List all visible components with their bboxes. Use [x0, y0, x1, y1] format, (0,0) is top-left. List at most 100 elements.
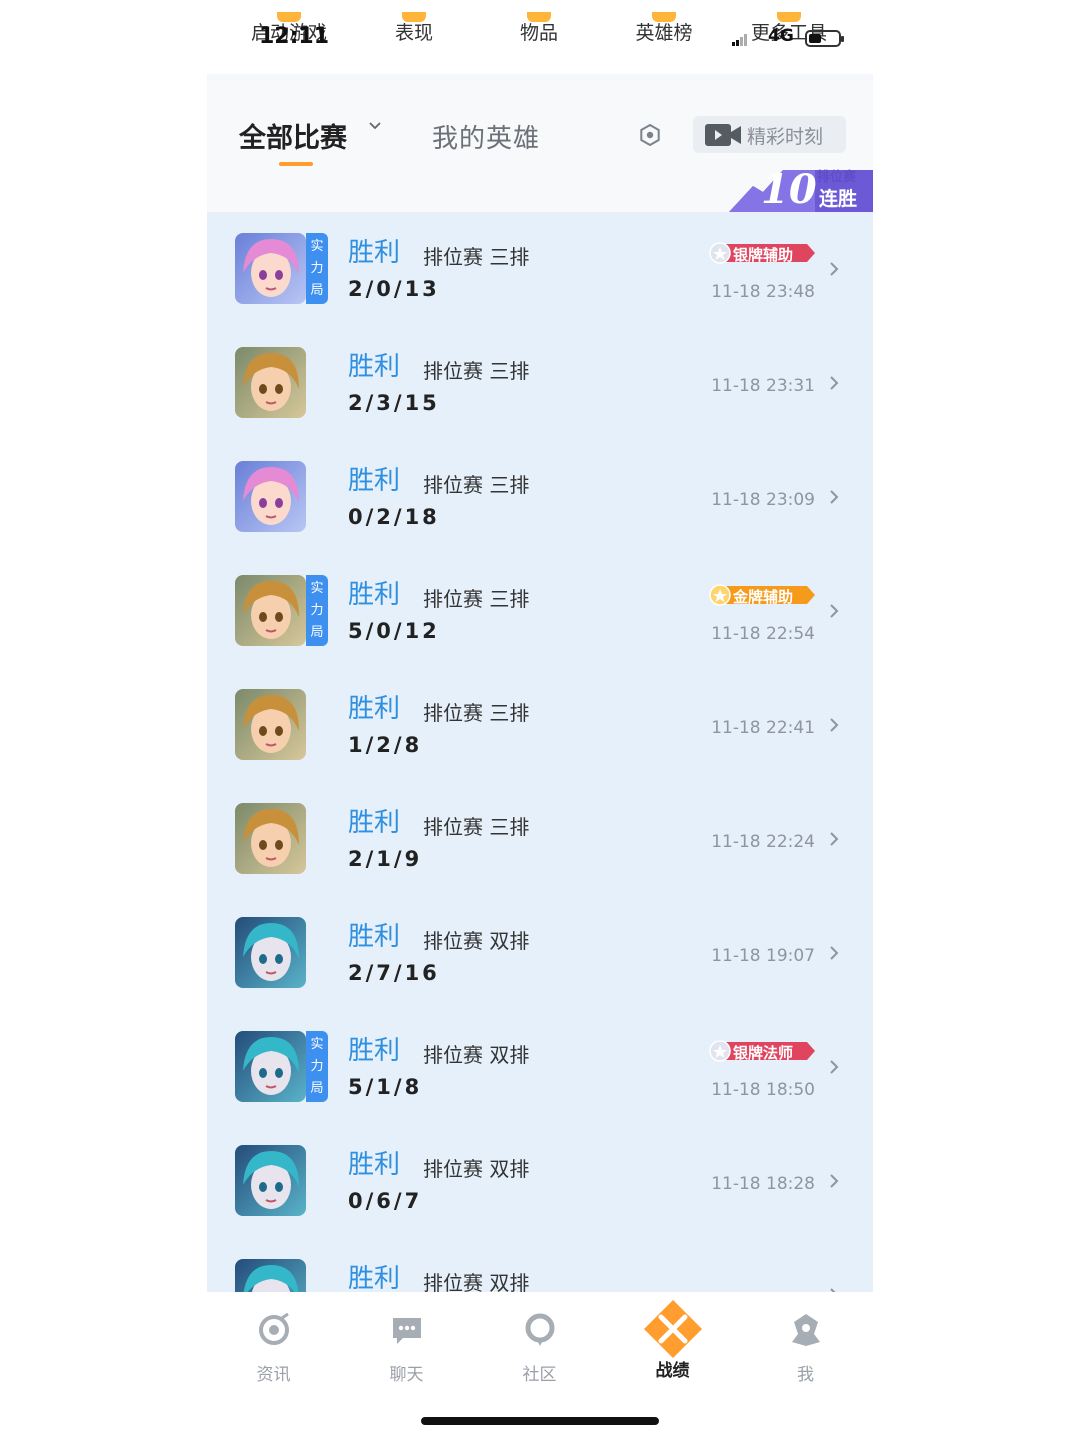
blonde-hero-icon: [235, 689, 306, 760]
launch-game-icon: [277, 12, 301, 22]
match-kda: 2/7/16: [348, 961, 440, 985]
match-row[interactable]: 胜利 排位赛 三排 0/2/18 11-18 23:09: [207, 440, 873, 554]
chevron-right-icon[interactable]: [829, 1173, 839, 1189]
match-result: 胜利: [348, 1264, 401, 1292]
pink-hair-hero-icon: [235, 233, 306, 304]
tab-label: 战绩: [655, 1361, 690, 1381]
top-nav-more-tools[interactable]: 更多工具: [739, 12, 839, 45]
medal-badge: 银牌法师: [709, 1040, 815, 1062]
blonde-hero-icon: [235, 803, 306, 874]
match-mode: 排位赛 双排: [423, 1157, 530, 1181]
top-nav-label: 启动游戏: [250, 22, 327, 44]
top-nav-label: 英雄榜: [635, 22, 693, 44]
teal-hair-hero-icon: [235, 1031, 306, 1102]
match-result: 胜利: [348, 466, 401, 496]
video-camera-icon: [705, 124, 741, 146]
win-streak-badge: 10 排位赛 连胜: [729, 166, 873, 213]
match-mode: 排位赛 双排: [423, 929, 530, 953]
match-mode: 排位赛 三排: [423, 701, 530, 725]
chevron-right-icon[interactable]: [829, 489, 839, 505]
hero-avatar: [235, 233, 306, 304]
tab-label: 我: [797, 1365, 814, 1385]
hero-avatar: [235, 575, 306, 646]
chevron-right-icon[interactable]: [829, 375, 839, 391]
hero-avatar: [235, 461, 306, 532]
tab-community[interactable]: 社区: [473, 1312, 606, 1402]
settings-icon[interactable]: [639, 124, 661, 146]
match-result: 胜利: [348, 808, 401, 838]
match-time: 11-18 22:54: [711, 624, 815, 644]
performance-icon: [402, 12, 426, 22]
match-row[interactable]: 胜利 排位赛 双排: [207, 1238, 873, 1292]
record-icon: [643, 1300, 702, 1358]
streak-count: 10: [761, 166, 817, 213]
chevron-down-icon[interactable]: [369, 120, 381, 132]
match-kda: 2/3/15: [348, 391, 440, 415]
medal-badge: 金牌辅助: [709, 584, 815, 606]
match-list: 实力局 胜利 排位赛 三排 2/0/13 银牌辅助 11-18 23:48 胜利 排位赛 三排…: [207, 212, 873, 1292]
match-row[interactable]: 实力局 胜利 排位赛 三排 5/0/12 金牌辅助 11-18 22:54: [207, 554, 873, 668]
filter-bar: 全部比赛 我的英雄 精彩时刻 10 排位赛 连胜: [207, 80, 873, 213]
match-result: 胜利: [348, 1150, 401, 1180]
match-mode: 排位赛 三排: [423, 587, 530, 611]
home-indicator: [421, 1417, 659, 1425]
match-kda: 0/6/7: [348, 1189, 423, 1213]
match-result: 胜利: [348, 580, 401, 610]
tab-news[interactable]: 资讯: [207, 1312, 340, 1402]
tab-label: 资讯: [256, 1365, 291, 1385]
tab-my-heroes[interactable]: 我的英雄: [432, 118, 540, 155]
chevron-right-icon[interactable]: [829, 831, 839, 847]
tab-label: 聊天: [389, 1365, 424, 1385]
hero-avatar: [235, 1145, 306, 1216]
bottom-tab-bar: 资讯 聊天 社区 战绩 我: [207, 1292, 873, 1440]
match-time: 11-18 23:48: [711, 282, 815, 302]
tab-all-matches[interactable]: 全部比赛: [239, 116, 347, 155]
tab-profile[interactable]: 我: [739, 1312, 872, 1402]
match-kda: 5/1/8: [348, 1075, 423, 1099]
match-row[interactable]: 胜利 排位赛 双排 2/7/16 11-18 19:07: [207, 896, 873, 1010]
match-kda: 5/0/12: [348, 619, 440, 643]
match-time: 11-18 18:28: [711, 1174, 815, 1194]
match-row[interactable]: 胜利 排位赛 三排 2/3/15 11-18 23:31: [207, 326, 873, 440]
hero-avatar: [235, 1031, 306, 1102]
match-row[interactable]: 实力局 胜利 排位赛 三排 2/0/13 银牌辅助 11-18 23:48: [207, 212, 873, 326]
blonde-hero-icon: [235, 347, 306, 418]
match-row[interactable]: 胜利 排位赛 三排 1/2/8 11-18 22:41: [207, 668, 873, 782]
hero-avatar: [235, 917, 306, 988]
top-nav-performance[interactable]: 表现: [364, 12, 464, 45]
medal-badge: 银牌辅助: [709, 242, 815, 264]
hero-avatar: [235, 689, 306, 760]
match-mode: 排位赛 三排: [423, 245, 530, 269]
strength-match-tag: 实力局: [306, 1031, 328, 1102]
chevron-right-icon[interactable]: [829, 603, 839, 619]
streak-rank-label: 排位赛: [817, 170, 857, 185]
profile-icon: [791, 1314, 820, 1346]
match-kda: 2/1/9: [348, 847, 423, 871]
match-row[interactable]: 胜利 排位赛 双排 0/6/7 11-18 18:28: [207, 1124, 873, 1238]
top-nav-hero-ranking[interactable]: 英雄榜: [614, 12, 714, 45]
match-mode: 排位赛 双排: [423, 1043, 530, 1067]
match-time: 11-18 19:07: [711, 946, 815, 966]
top-nav-launch-game[interactable]: 启动游戏: [239, 12, 339, 45]
match-row[interactable]: 实力局 胜利 排位赛 双排 5/1/8 银牌法师 11-18 18:50: [207, 1010, 873, 1124]
chevron-right-icon[interactable]: [829, 945, 839, 961]
tab-label: 社区: [522, 1365, 557, 1385]
chevron-right-icon[interactable]: [829, 717, 839, 733]
match-result: 胜利: [348, 238, 401, 268]
more-tools-icon: [777, 12, 801, 22]
match-row[interactable]: 胜利 排位赛 三排 2/1/9 11-18 22:24: [207, 782, 873, 896]
match-result: 胜利: [348, 352, 401, 382]
news-icon: [258, 1312, 289, 1345]
chevron-right-icon[interactable]: [829, 1059, 839, 1075]
tab-record[interactable]: 战绩: [606, 1300, 739, 1402]
hero-avatar: [235, 1259, 306, 1292]
community-icon: [525, 1313, 554, 1346]
chat-icon: [392, 1318, 421, 1344]
match-time: 11-18 23:31: [711, 376, 815, 396]
tab-chat[interactable]: 聊天: [340, 1312, 473, 1402]
highlights-label: 精彩时刻: [747, 126, 824, 148]
top-nav-items[interactable]: 物品: [489, 12, 589, 45]
chevron-right-icon[interactable]: [829, 261, 839, 277]
medal-label: 银牌法师: [733, 1044, 794, 1062]
highlights-button[interactable]: 精彩时刻: [693, 116, 846, 153]
